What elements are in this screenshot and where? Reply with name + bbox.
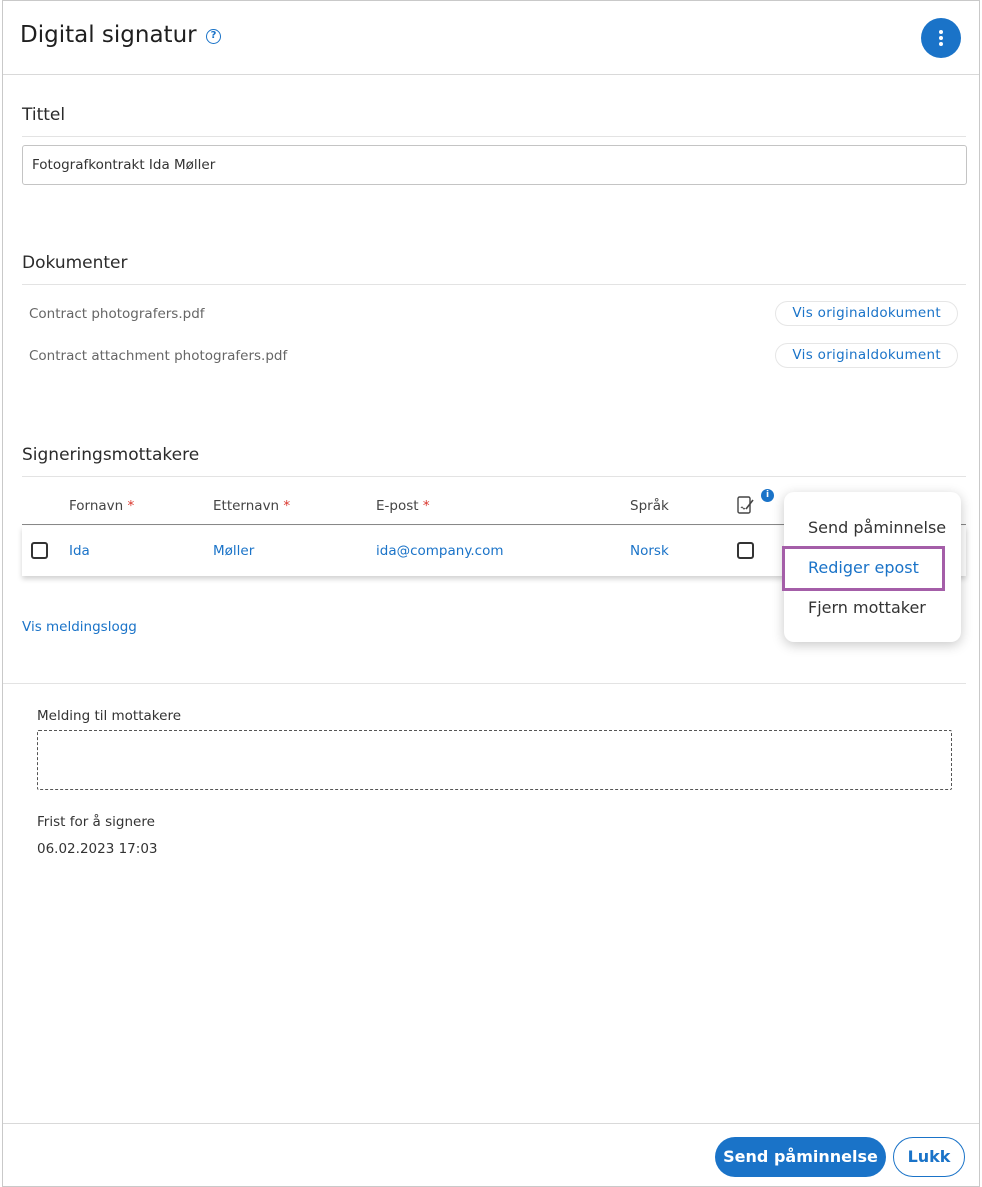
help-icon[interactable]: ? — [206, 29, 221, 44]
row-select-checkbox[interactable] — [31, 542, 48, 559]
document-name: Contract attachment photografers.pdf — [29, 348, 288, 364]
deadline-value: 06.02.2023 17:03 — [37, 841, 158, 857]
menu-item-remove-recipient[interactable]: Fjern mottaker — [808, 598, 926, 617]
divider — [22, 476, 966, 477]
menu-item-highlight — [782, 546, 945, 591]
send-reminder-button[interactable]: Send påminnelse — [715, 1137, 886, 1177]
divider — [3, 683, 966, 684]
documents-heading: Dokumenter — [22, 253, 128, 273]
close-button[interactable]: Lukk — [893, 1137, 965, 1177]
message-log-link[interactable]: Vis meldingslogg — [22, 619, 137, 635]
recipient-first-name[interactable]: Ida — [69, 543, 90, 559]
more-options-button[interactable] — [921, 18, 961, 58]
title-section-heading: Tittel — [22, 105, 66, 125]
message-label: Melding til mottakere — [37, 708, 181, 724]
document-name: Contract photografers.pdf — [29, 306, 205, 322]
signature-required-checkbox[interactable] — [737, 542, 754, 559]
kebab-dot-icon — [939, 36, 943, 40]
view-original-document-button[interactable]: Vis originaldokument — [775, 343, 958, 368]
info-icon[interactable]: i — [761, 489, 774, 502]
recipient-email[interactable]: ida@company.com — [376, 543, 504, 559]
recipient-language[interactable]: Norsk — [630, 543, 669, 559]
page-title: Digital signatur — [20, 22, 197, 48]
kebab-dot-icon — [939, 30, 943, 34]
document-row: Contract attachment photografers.pdf Vis… — [22, 339, 966, 373]
title-input[interactable] — [22, 145, 967, 185]
recipients-heading: Signeringsmottakere — [22, 445, 200, 465]
column-header-last-name[interactable]: Etternavn * — [213, 498, 290, 514]
menu-item-send-reminder[interactable]: Send påminnelse — [808, 518, 946, 537]
dialog-header: Digital signatur ? — [3, 1, 979, 75]
signature-pen-icon — [737, 496, 754, 514]
divider — [22, 284, 966, 285]
kebab-dot-icon — [939, 42, 943, 46]
recipient-last-name[interactable]: Møller — [213, 543, 254, 559]
deadline-label: Frist for å signere — [37, 814, 155, 830]
column-header-email[interactable]: E-post * — [376, 498, 430, 514]
column-header-language[interactable]: Språk — [630, 498, 669, 514]
view-original-document-button[interactable]: Vis originaldokument — [775, 301, 958, 326]
dialog-footer: Send påminnelse Lukk — [3, 1123, 979, 1186]
column-header-first-name[interactable]: Fornavn * — [69, 498, 134, 514]
document-row: Contract photografers.pdf Vis originaldo… — [22, 297, 966, 331]
message-textarea[interactable] — [37, 730, 952, 790]
divider — [22, 136, 966, 137]
